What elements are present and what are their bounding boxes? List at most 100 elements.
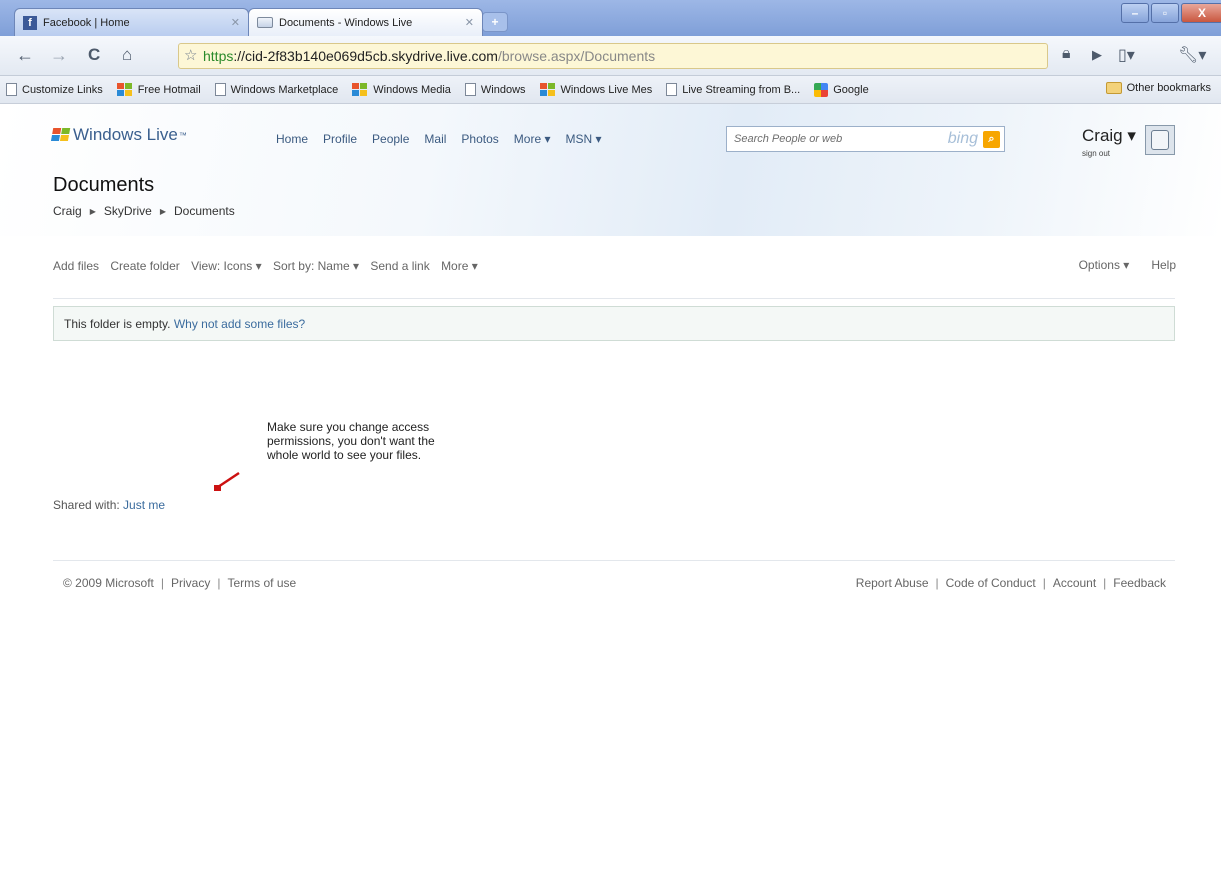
permissions-link[interactable]: Just me [123,498,165,512]
bookmark-item[interactable]: Windows [464,83,526,96]
avatar[interactable] [1145,125,1175,155]
address-bar[interactable]: https://cid-2f83b140e069d5cb.skydrive.li… [178,43,1048,69]
shared-with: Shared with: Just me [53,498,165,512]
bookmark-label: Live Streaming from B... [682,83,801,96]
bookmark-item[interactable]: Customize Links [6,83,103,96]
create-folder-button[interactable]: Create folder [110,259,179,273]
bookmark-item[interactable]: Windows Media [352,83,451,96]
bookmark-label: Google [833,83,869,96]
annotation-arrow-icon [214,471,240,491]
other-bookmarks-label: Other bookmarks [1126,82,1211,94]
footer-separator: | [935,576,939,590]
breadcrumb-craig[interactable]: Craig [53,204,82,218]
search-input[interactable]: Search People or web [734,133,948,145]
wrench-icon[interactable]: 🔧︎▾ [1178,45,1206,65]
more-menu[interactable]: More ▾ [441,259,478,273]
bookmark-star-icon[interactable]: ☆ [184,46,197,64]
new-tab-button[interactable]: + [482,12,508,32]
nav-msn[interactable]: MSN ▾ [565,132,601,146]
user-avatar-icon [1151,130,1169,150]
url-host: ://cid-2f83b140e069d5cb.skydrive.live.co… [233,48,498,64]
user-name-text: Craig [1082,126,1123,145]
bookmark-item[interactable]: Windows Live Mes [539,83,653,96]
divider [53,298,1175,299]
page-content: Windows Live ™ Home Profile People Mail P… [0,104,1221,881]
view-menu[interactable]: View: Icons ▾ [191,259,262,273]
bookmark-item[interactable]: Windows Marketplace [214,83,338,96]
breadcrumb: Craig ▶ SkyDrive ▶ Documents [53,204,235,218]
footer-separator: | [1103,576,1107,590]
sign-out-link[interactable]: sign out [1082,149,1110,158]
reload-icon[interactable]: C [88,45,100,65]
command-bar: Add files Create folder View: Icons ▾ So… [53,258,523,275]
maximize-button[interactable]: ▫ [1151,3,1179,23]
command-bar-right: Options ▾ Help [1057,258,1176,272]
breadcrumb-separator-icon: ▶ [159,206,167,216]
bookmark-label: Windows Live Mes [560,83,653,96]
page-title: Documents [53,174,155,196]
windows-live-logo[interactable]: Windows Live ™ [50,125,187,145]
page-icon [464,83,476,96]
sort-menu[interactable]: Sort by: Name ▾ [273,259,359,273]
windows-live-icon [539,83,556,96]
nav-home[interactable]: Home [276,132,308,146]
terms-link[interactable]: Terms of use [227,576,296,590]
account-link[interactable]: Account [1053,576,1096,590]
tab-facebook[interactable]: f Facebook | Home ✕ [14,8,249,36]
back-icon[interactable]: ← [16,45,34,66]
document-icon [257,17,273,28]
minimize-button[interactable]: – [1121,3,1149,23]
empty-folder-notice: This folder is empty. Why not add some f… [53,306,1175,341]
browser-tabstrip: f Facebook | Home ✕ Documents - Windows … [0,0,1221,36]
bookmark-item[interactable]: Google [814,82,869,97]
footer-divider [53,560,1175,561]
bookmark-label: Free Hotmail [137,83,201,96]
lock-icon[interactable]: 🔒︎ [1062,45,1071,63]
feedback-link[interactable]: Feedback [1113,576,1166,590]
other-bookmarks[interactable]: Other bookmarks [1105,82,1211,94]
forward-icon[interactable]: → [50,45,68,66]
close-icon[interactable]: ✕ [231,16,240,29]
search-box[interactable]: Search People or web bing ⌕ [726,126,1005,152]
send-link-button[interactable]: Send a link [370,259,429,273]
nav-photos[interactable]: Photos [461,132,498,146]
bookmarks-bar: Customize Links Free Hotmail Windows Mar… [0,76,1221,104]
footer-separator: | [1042,576,1046,590]
bookmark-label: Windows [480,83,526,96]
tab-label: Facebook | Home [43,16,130,29]
facebook-icon: f [23,15,37,30]
nav-mail[interactable]: Mail [424,132,446,146]
notice-text: This folder is empty. [64,317,171,331]
report-abuse-link[interactable]: Report Abuse [856,576,929,590]
bookmark-item[interactable]: Free Hotmail [116,83,201,96]
search-icon[interactable]: ⌕ [983,130,1000,148]
home-icon[interactable]: ⌂ [122,45,132,65]
privacy-link[interactable]: Privacy [171,576,210,590]
page-menu-icon[interactable]: ▯▾ [1118,45,1135,65]
arrow-shaft [217,471,240,489]
code-of-conduct-link[interactable]: Code of Conduct [946,576,1036,590]
window-controls: – ▫ X [1119,3,1221,25]
add-files-link[interactable]: Why not add some files? [174,317,305,331]
footer-left: © 2009 Microsoft | Privacy | Terms of us… [63,576,296,590]
tab-documents[interactable]: Documents - Windows Live ✕ [248,8,483,36]
play-icon[interactable]: ▶ [1092,47,1102,63]
logo-text: Windows Live [73,125,178,144]
nav-people[interactable]: People [372,132,409,146]
user-name[interactable]: Craig ▾ [1082,126,1136,146]
nav-more[interactable]: More ▾ [514,132,551,146]
shared-with-label: Shared with: [53,498,120,512]
add-files-button[interactable]: Add files [53,259,99,273]
help-link[interactable]: Help [1151,258,1176,272]
windows-live-icon [116,83,133,96]
close-icon[interactable]: ✕ [465,16,474,29]
bookmark-item[interactable]: Live Streaming from B... [666,83,800,96]
top-nav: Home Profile People Mail Photos More ▾ M… [276,132,617,146]
options-menu[interactable]: Options ▾ [1079,258,1130,272]
windows-flag-icon [50,128,71,142]
close-window-button[interactable]: X [1181,3,1221,23]
bing-logo: bing [947,130,978,147]
breadcrumb-skydrive[interactable]: SkyDrive [104,204,152,218]
nav-profile[interactable]: Profile [323,132,357,146]
bookmark-label: Windows Media [373,83,451,96]
